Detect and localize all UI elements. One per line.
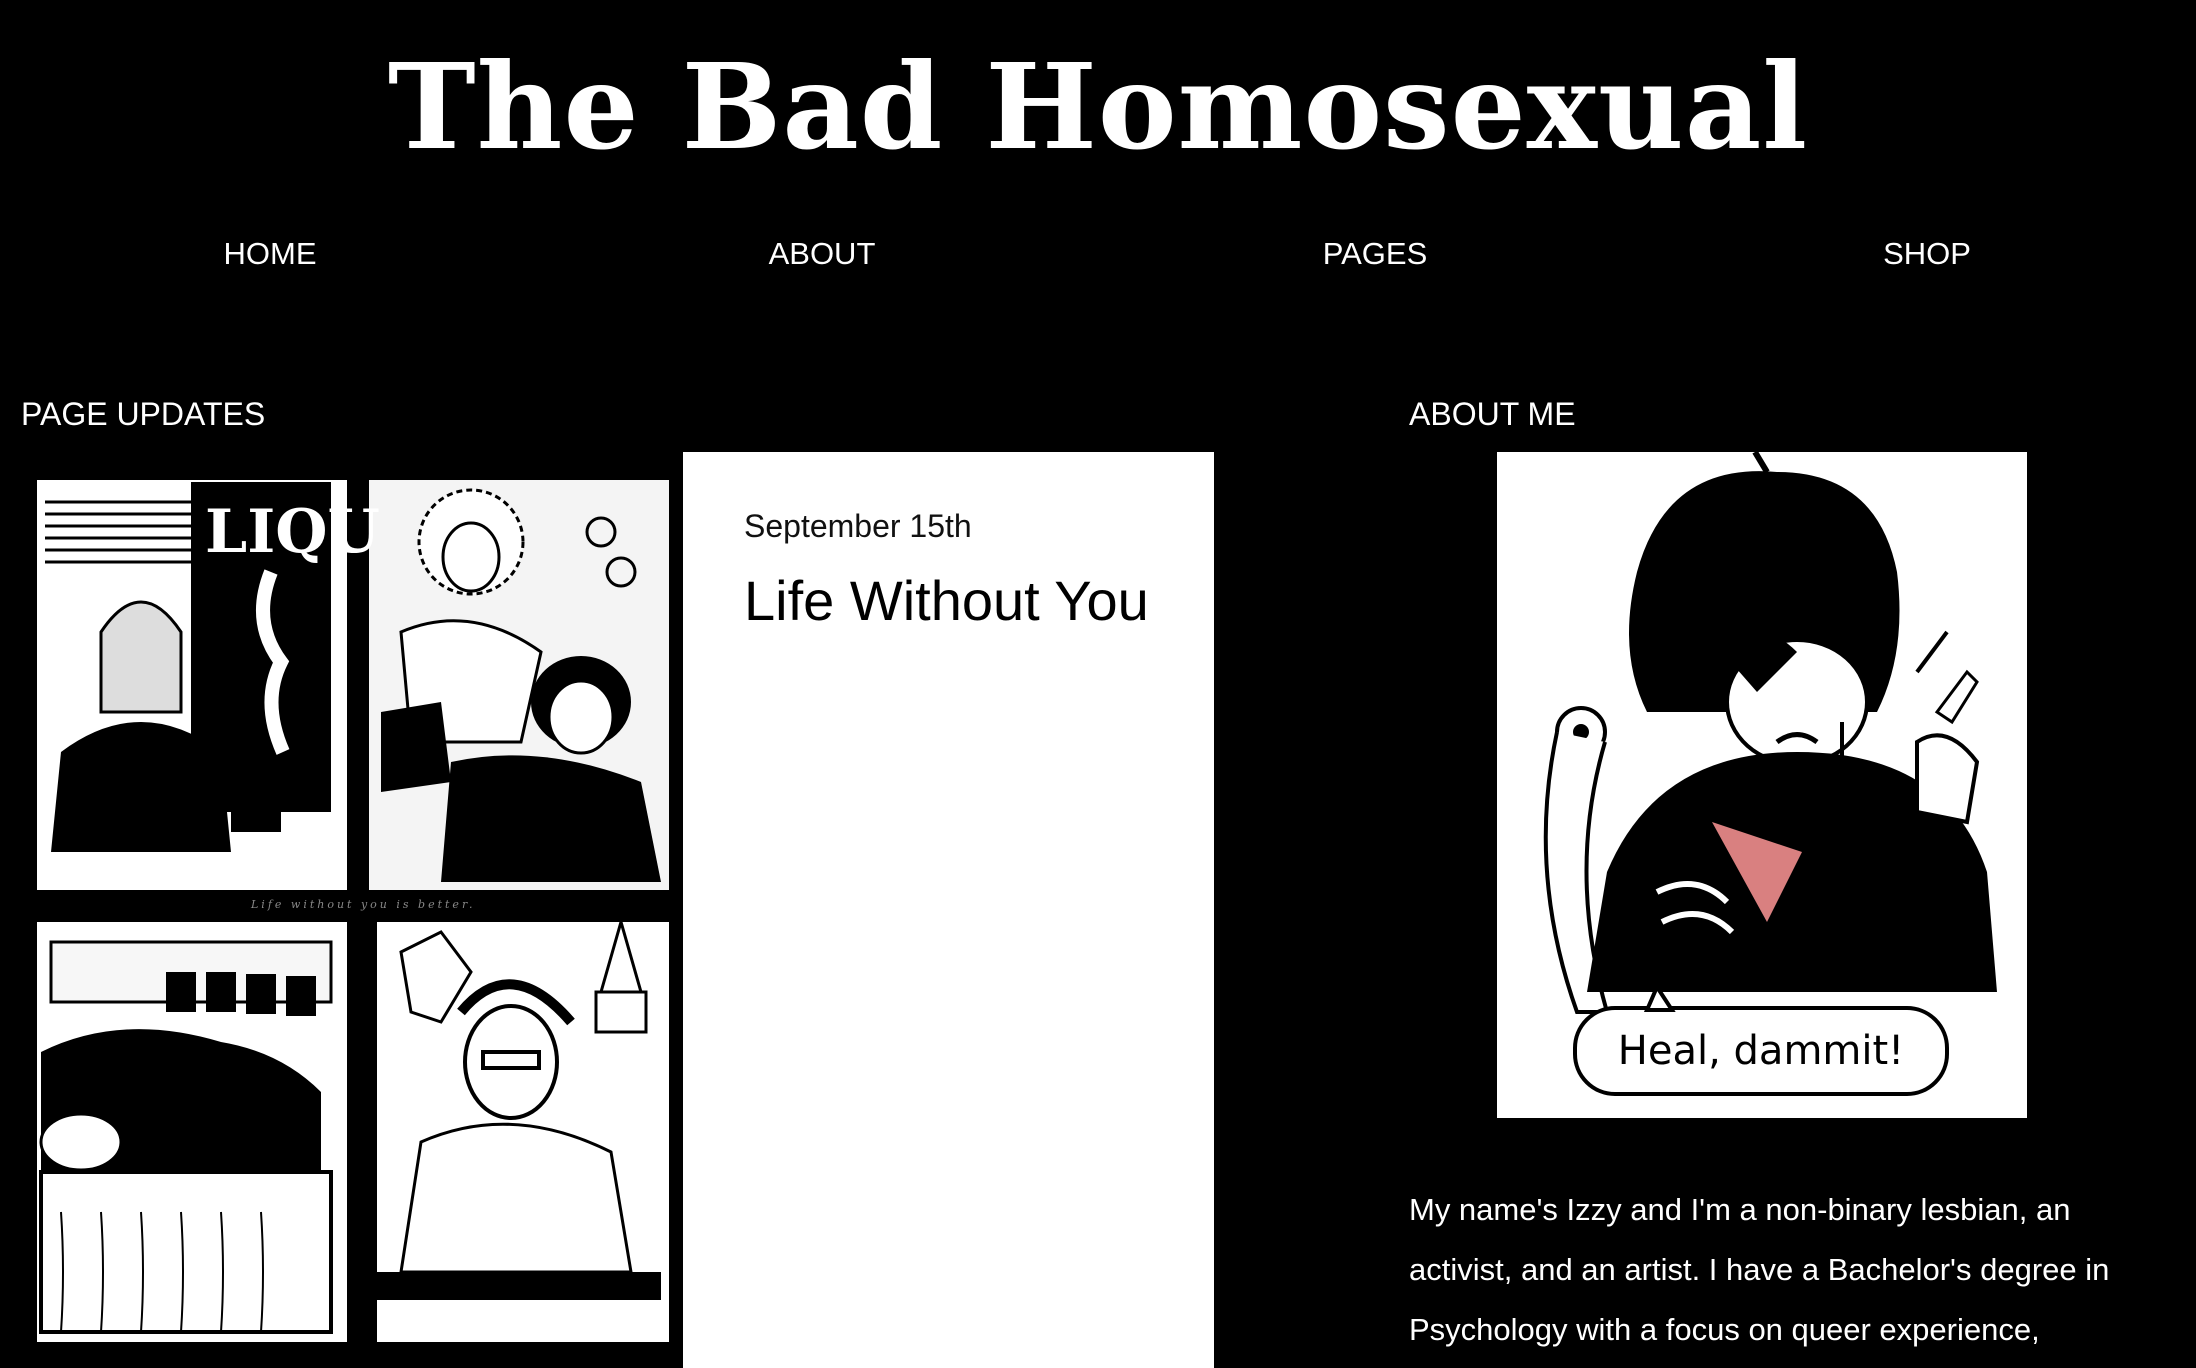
post-image[interactable]: LIQU Life without you is better. (21, 452, 683, 1368)
nav-shop[interactable]: SHOP (1827, 236, 2027, 272)
nav-home[interactable]: HOME (170, 236, 370, 272)
about-me-heading: ABOUT ME (1409, 396, 1576, 432)
comic-sign-text: LIQU (205, 497, 380, 567)
comic-caption: Life without you is better. (250, 898, 476, 911)
about-image: Heal, dammit! (1497, 452, 2027, 1118)
main-nav: HOME ABOUT PAGES SHOP (0, 236, 2196, 276)
post-date: September 15th (744, 508, 972, 544)
speech-bubble-text: Heal, dammit! (1618, 1028, 1904, 1074)
about-bio: My name's Izzy and I'm a non-binary lesb… (1409, 1192, 2110, 1347)
post-title[interactable]: Life Without You (744, 572, 1164, 630)
nav-pages[interactable]: PAGES (1275, 236, 1475, 272)
site-title[interactable]: The Bad Homosexual (0, 48, 2196, 166)
page-updates-heading: PAGE UPDATES (21, 396, 266, 432)
nav-about[interactable]: ABOUT (722, 236, 922, 272)
post-card[interactable]: September 15th Life Without You (683, 452, 1214, 1368)
